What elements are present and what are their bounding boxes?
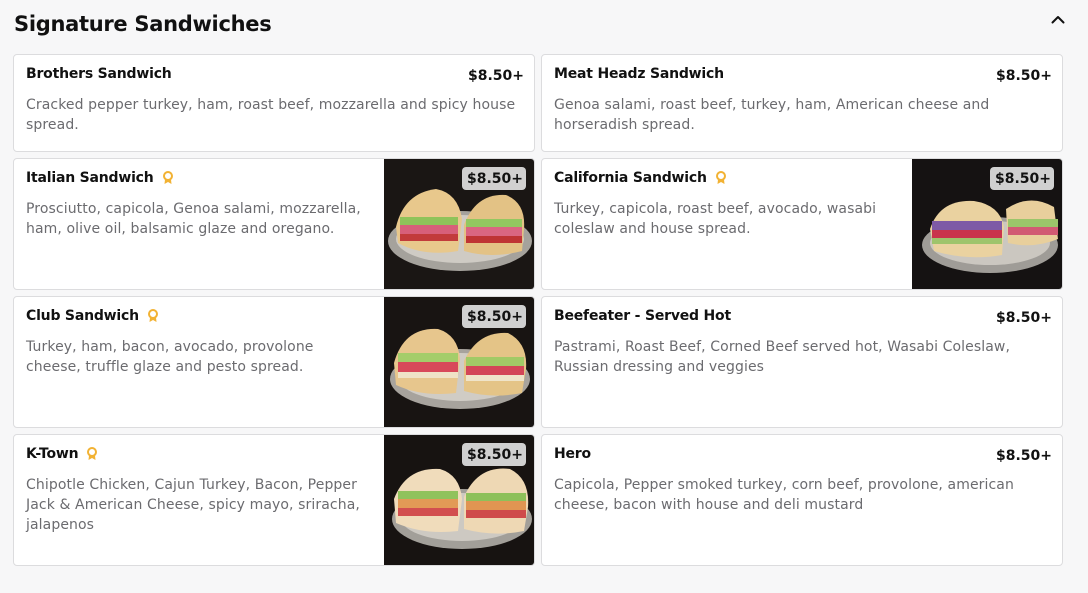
menu-item-card[interactable]: Hero $8.50+ Capicola, Pepper smoked turk… bbox=[541, 434, 1063, 566]
item-photo: $8.50+ bbox=[384, 159, 534, 289]
item-price: $8.50+ bbox=[995, 310, 1052, 326]
award-badge-icon bbox=[162, 171, 173, 184]
item-photo: $8.50+ bbox=[912, 159, 1062, 289]
item-name: Brothers Sandwich bbox=[26, 66, 172, 82]
chevron-up-icon bbox=[1051, 16, 1065, 24]
item-description: Genoa salami, roast beef, turkey, ham, A… bbox=[554, 97, 990, 133]
item-description: Turkey, capicola, roast beef, avocado, w… bbox=[554, 201, 877, 237]
menu-item-card[interactable]: Italian Sandwich Prosciutto, capicola, G… bbox=[13, 158, 535, 290]
award-badge-icon bbox=[715, 171, 726, 184]
menu-item-card[interactable]: Meat Headz Sandwich $8.50+ Genoa salami,… bbox=[541, 54, 1063, 152]
menu-item-card[interactable]: California Sandwich Turkey, capicola, ro… bbox=[541, 158, 1063, 290]
menu-item-card[interactable]: Brothers Sandwich $8.50+ Cracked pepper … bbox=[13, 54, 535, 152]
item-name: K-Town bbox=[26, 446, 98, 462]
item-description: Cracked pepper turkey, ham, roast beef, … bbox=[26, 97, 516, 133]
item-name: Italian Sandwich bbox=[26, 170, 174, 186]
item-photo: $8.50+ bbox=[384, 435, 534, 565]
item-name: Beefeater - Served Hot bbox=[554, 308, 731, 324]
item-price: $8.50+ bbox=[461, 443, 526, 466]
collapse-button[interactable] bbox=[1048, 10, 1068, 30]
menu-item-card[interactable]: Club Sandwich Turkey, ham, bacon, avocad… bbox=[13, 296, 535, 428]
item-price: $8.50+ bbox=[995, 68, 1052, 84]
item-name: Club Sandwich bbox=[26, 308, 159, 324]
award-badge-icon bbox=[147, 309, 158, 322]
item-name: Meat Headz Sandwich bbox=[554, 66, 724, 82]
item-price: $8.50+ bbox=[467, 68, 524, 84]
award-badge-icon bbox=[87, 447, 98, 460]
item-price: $8.50+ bbox=[461, 167, 526, 190]
menu-item-card[interactable]: Beefeater - Served Hot $8.50+ Pastrami, … bbox=[541, 296, 1063, 428]
section-title: Signature Sandwiches bbox=[14, 12, 272, 36]
item-description: Prosciutto, capicola, Genoa salami, mozz… bbox=[26, 201, 361, 237]
item-price: $8.50+ bbox=[461, 305, 526, 328]
item-name: California Sandwich bbox=[554, 170, 727, 186]
menu-item-card[interactable]: K-Town Chipotle Chicken, Cajun Turkey, B… bbox=[13, 434, 535, 566]
item-price: $8.50+ bbox=[989, 167, 1054, 190]
item-name: Hero bbox=[554, 446, 591, 462]
item-photo: $8.50+ bbox=[384, 297, 534, 427]
item-description: Pastrami, Roast Beef, Corned Beef served… bbox=[554, 339, 1011, 375]
item-description: Capicola, Pepper smoked turkey, corn bee… bbox=[554, 477, 1014, 513]
item-price: $8.50+ bbox=[995, 448, 1052, 464]
item-description: Chipotle Chicken, Cajun Turkey, Bacon, P… bbox=[26, 477, 360, 533]
section-header: Signature Sandwiches bbox=[14, 10, 1074, 44]
item-description: Turkey, ham, bacon, avocado, provolone c… bbox=[26, 339, 314, 375]
